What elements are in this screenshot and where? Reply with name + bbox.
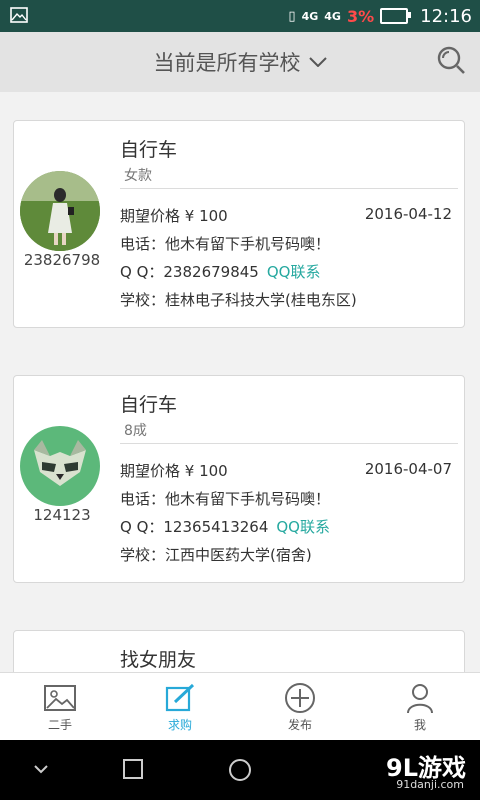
post-title: 找女朋友 xyxy=(120,649,197,671)
network-indicator-2: 4G xyxy=(324,9,341,23)
battery-percentage: 3% xyxy=(346,6,375,26)
image-icon xyxy=(44,684,76,711)
tab-publish[interactable]: 发布 xyxy=(240,673,360,741)
avatar[interactable] xyxy=(20,426,100,506)
qq-number: 12365413264 xyxy=(163,518,269,536)
phone-info: 电话：他木有留下手机号码噢！ xyxy=(120,490,331,508)
home-icon[interactable] xyxy=(228,758,252,782)
edit-icon xyxy=(165,683,195,711)
top-header: 当前是所有学校 xyxy=(0,32,480,92)
bottom-tab-bar: 二手 求购 发布 我 xyxy=(0,672,480,741)
post-list[interactable]: 23826798 自行车 女款 期望价格 ¥ 100 2016-04-12 电话… xyxy=(0,92,480,672)
user-id: 124123 xyxy=(33,506,91,524)
person-icon xyxy=(407,683,433,713)
qq-contact-link[interactable]: QQ联系 xyxy=(276,518,330,536)
tab-me[interactable]: 我 xyxy=(360,673,480,741)
battery-icon xyxy=(380,8,412,24)
divider xyxy=(120,443,458,444)
header-title: 当前是所有学校 xyxy=(153,51,301,75)
phone-info: 电话：他木有留下手机号码噢！ xyxy=(120,235,331,253)
vibrate-icon: ▯ xyxy=(288,8,296,24)
expected-price: 期望价格 ¥ 100 xyxy=(120,462,228,480)
chevron-down-icon xyxy=(308,57,327,67)
search-icon[interactable] xyxy=(436,45,466,75)
post-card[interactable]: 找女朋友 xyxy=(13,630,465,672)
expected-price: 期望价格 ¥ 100 xyxy=(120,207,228,225)
qq-label: Q Q： xyxy=(120,263,164,281)
watermark-url: 91danji.com xyxy=(396,778,464,791)
qq-contact-link[interactable]: QQ联系 xyxy=(267,263,321,281)
school-info: 学校：江西中医药大学(宿舍) xyxy=(120,546,312,564)
post-subtitle: 8成 xyxy=(124,423,147,439)
clock: 12:16 xyxy=(420,5,472,27)
network-indicator: 4G xyxy=(301,9,319,23)
tab-label: 求购 xyxy=(167,717,192,732)
tab-label: 我 xyxy=(413,717,426,732)
back-chevron-icon[interactable] xyxy=(32,760,50,778)
status-bar: ▯ 4G 4G 3% 12:16 xyxy=(0,0,480,32)
gallery-notification-icon xyxy=(10,7,28,23)
tab-wanted[interactable]: 求购 xyxy=(120,673,240,741)
recent-apps-icon[interactable] xyxy=(122,758,144,780)
school-info: 学校：桂林电子科技大学(桂电东区) xyxy=(120,291,357,309)
qq-number: 2382679845 xyxy=(163,263,259,281)
tab-label: 二手 xyxy=(47,717,72,732)
tab-label: 发布 xyxy=(287,717,312,732)
qq-info: Q Q：12365413264 QQ联系 xyxy=(120,516,330,537)
post-date: 2016-04-07 xyxy=(364,460,452,478)
user-id: 23826798 xyxy=(23,251,101,269)
qq-label: Q Q： xyxy=(120,518,164,536)
post-date: 2016-04-12 xyxy=(364,205,452,223)
post-card[interactable]: 124123 自行车 8成 期望价格 ¥ 100 2016-04-07 电话：他… xyxy=(13,375,465,583)
post-title: 自行车 xyxy=(120,394,178,416)
system-nav-bar: 9L游戏 91danji.com xyxy=(0,740,480,800)
post-card[interactable]: 23826798 自行车 女款 期望价格 ¥ 100 2016-04-12 电话… xyxy=(13,120,465,328)
qq-info: Q Q：2382679845 QQ联系 xyxy=(120,261,320,282)
divider xyxy=(120,188,458,189)
post-title: 自行车 xyxy=(120,139,178,161)
tab-secondhand[interactable]: 二手 xyxy=(0,673,120,741)
post-subtitle: 女款 xyxy=(124,168,152,184)
avatar[interactable] xyxy=(20,171,100,251)
school-filter-dropdown[interactable]: 当前是所有学校 xyxy=(154,47,327,77)
plus-circle-icon xyxy=(285,682,315,713)
